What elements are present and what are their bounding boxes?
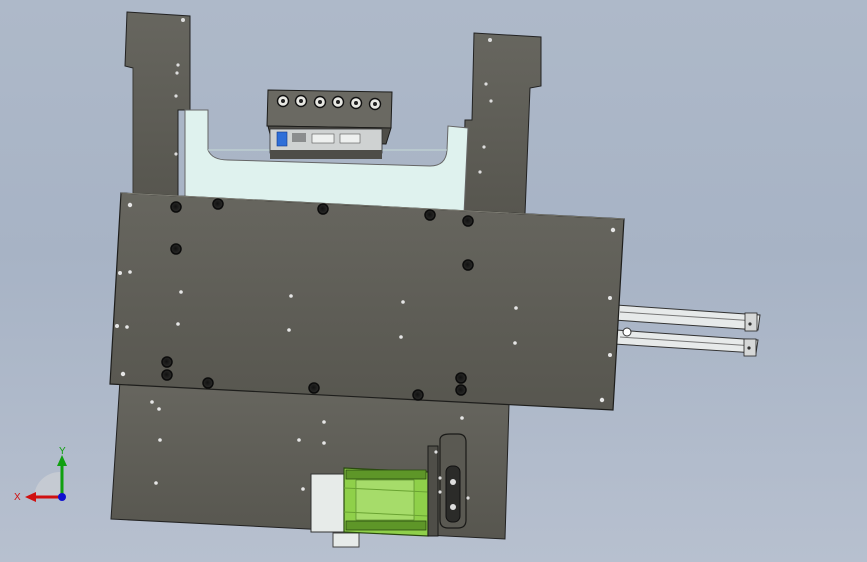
x-axis-label: X	[14, 492, 21, 503]
right-column	[462, 32, 542, 215]
linear-rails	[613, 304, 761, 357]
cad-viewport[interactable]: Y X	[0, 0, 867, 562]
left-column	[124, 11, 191, 197]
axis-triad: Y X	[14, 446, 67, 503]
stepper-motor	[310, 467, 429, 548]
fixture-block	[266, 89, 393, 159]
pulley-assembly	[427, 433, 470, 537]
y-axis-label: Y	[59, 446, 66, 457]
z-axis-dot	[58, 493, 66, 501]
sensor-blue	[276, 131, 288, 147]
main-plate	[109, 192, 625, 411]
triad-plane	[34, 472, 60, 497]
